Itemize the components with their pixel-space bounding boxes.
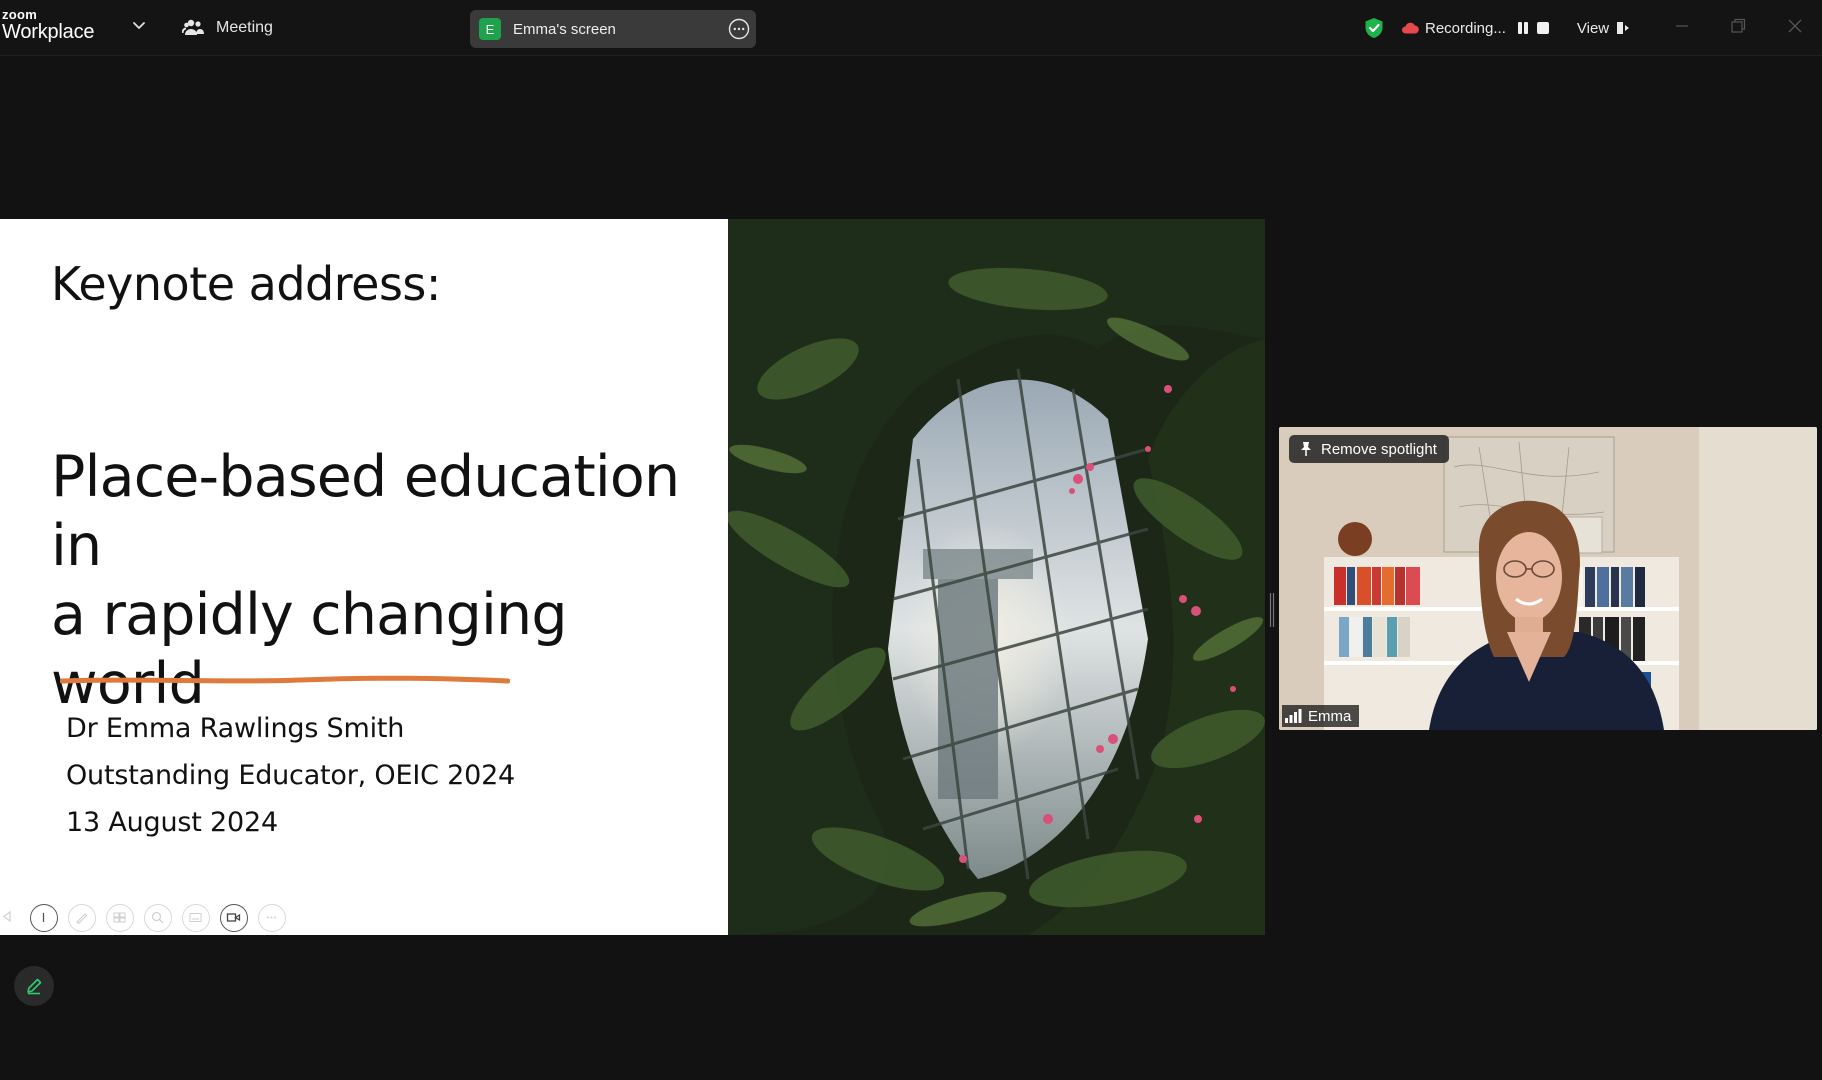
slide-title-line-1: Place-based education in xyxy=(51,444,680,579)
participants-icon xyxy=(182,19,204,35)
minimize-icon[interactable] xyxy=(1672,16,1692,36)
participant-video-tile[interactable]: Remove spotlight Emma xyxy=(1279,427,1817,730)
stop-recording-icon[interactable] xyxy=(1534,19,1552,37)
cloud-recording-icon xyxy=(1402,22,1419,34)
back-icon[interactable] xyxy=(0,904,20,932)
signal-strength-icon xyxy=(1285,709,1302,723)
presenter-info: Dr Emma Rawlings Smith Outstanding Educa… xyxy=(66,705,515,846)
presenter-name: Dr Emma Rawlings Smith xyxy=(66,713,405,744)
meeting-menu[interactable]: Meeting xyxy=(182,15,273,41)
slide-heading: Keynote address: xyxy=(51,257,441,311)
presentation-date: 13 August 2024 xyxy=(66,807,278,838)
pin-icon xyxy=(1301,442,1311,456)
pen-icon[interactable] xyxy=(68,904,96,932)
pencil-icon xyxy=(27,978,42,995)
view-label: View xyxy=(1576,19,1610,37)
slides-icon[interactable] xyxy=(106,904,134,932)
video-icon[interactable] xyxy=(220,904,248,932)
security-shield-icon[interactable] xyxy=(1362,16,1386,40)
presenter-avatar: E xyxy=(479,18,501,40)
close-icon[interactable] xyxy=(1785,16,1805,36)
shared-screen-label: Emma's screen xyxy=(513,20,616,38)
shared-screen-slide: Keynote address: Place-based education i… xyxy=(0,219,1265,935)
slideshow-toolbar xyxy=(0,902,296,934)
title-bar: zoom Workplace Meeting E Emma's screen R… xyxy=(0,0,1822,56)
participant-name-tag: Emma xyxy=(1282,705,1360,727)
brand-large-label: Workplace xyxy=(2,21,95,43)
view-button[interactable]: View xyxy=(1577,20,1631,37)
restore-icon[interactable] xyxy=(1728,16,1748,36)
slide-title-line-2: a rapidly changing world xyxy=(51,582,568,717)
brand-small-label: zoom xyxy=(2,7,38,22)
annotate-button[interactable] xyxy=(14,966,54,1006)
header-right-controls: Recording... View xyxy=(1362,12,1631,44)
participant-name: Emma xyxy=(1308,707,1352,725)
subtitles-icon[interactable] xyxy=(182,904,210,932)
presenter-award: Outstanding Educator, OEIC 2024 xyxy=(66,760,516,791)
slide-text-panel: Keynote address: Place-based education i… xyxy=(0,219,728,935)
more-options-icon[interactable] xyxy=(728,18,750,40)
shared-screen-indicator[interactable]: E Emma's screen xyxy=(470,10,756,48)
greenhouse-photo xyxy=(728,219,1265,935)
recording-status: Recording... xyxy=(1425,19,1506,37)
panel-resize-handle[interactable] xyxy=(1269,593,1275,627)
zoom-meeting-window: zoom Workplace Meeting E Emma's screen R… xyxy=(0,0,1822,1080)
pointer-icon[interactable] xyxy=(30,904,58,932)
participant-video-feed xyxy=(1279,427,1817,730)
view-layout-icon xyxy=(1617,22,1630,34)
chevron-down-icon[interactable] xyxy=(130,16,148,34)
more-icon[interactable] xyxy=(258,904,286,932)
zoom-icon[interactable] xyxy=(144,904,172,932)
meeting-label: Meeting xyxy=(216,19,273,36)
app-brand[interactable]: zoom Workplace xyxy=(2,7,95,43)
orange-underline xyxy=(60,675,510,684)
remove-spotlight-button[interactable]: Remove spotlight xyxy=(1289,435,1449,463)
pause-recording-icon[interactable] xyxy=(1514,19,1532,37)
remove-spotlight-label: Remove spotlight xyxy=(1321,440,1437,458)
